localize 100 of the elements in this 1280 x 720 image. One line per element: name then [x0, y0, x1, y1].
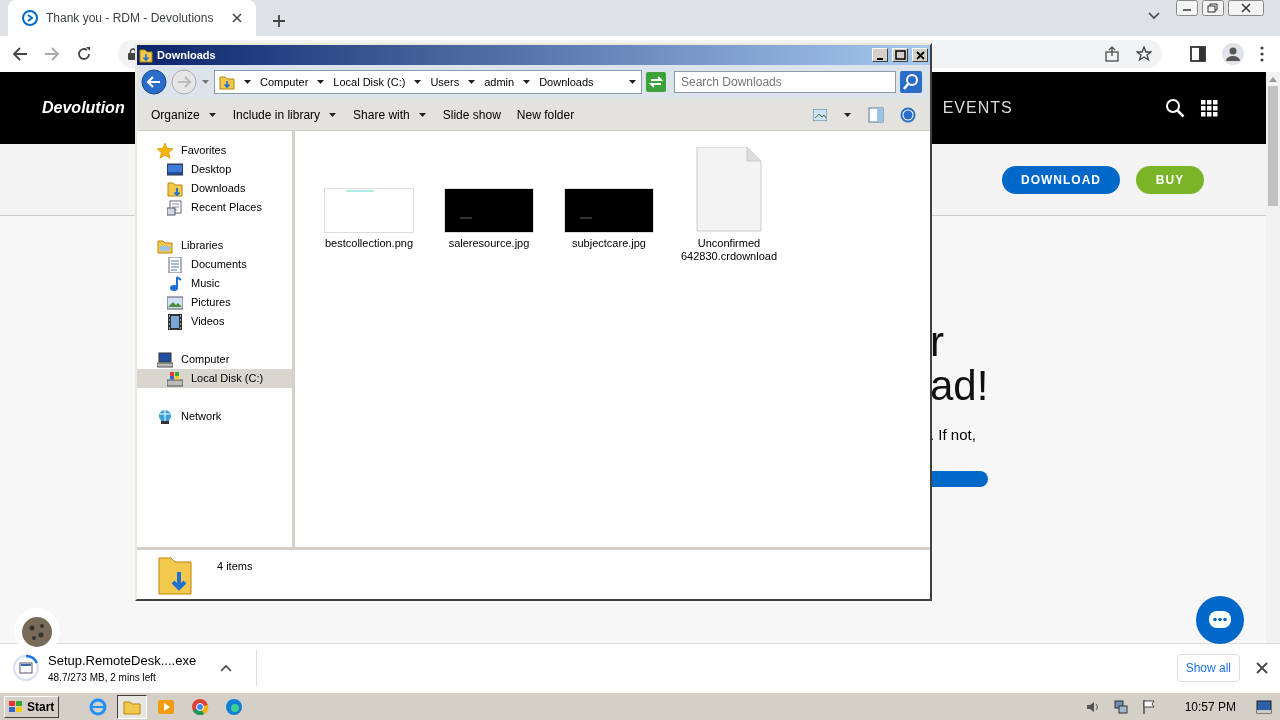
refresh-icon[interactable] [646, 72, 666, 92]
breadcrumb-item[interactable]: Downloads [539, 73, 594, 91]
folder-icon [139, 47, 153, 63]
hero-heading: ad! [930, 364, 990, 408]
breadcrumb-item[interactable]: Users [430, 73, 460, 91]
sidebar-item[interactable]: Documents [137, 255, 292, 274]
toolbar-button[interactable]: Slide show [434, 105, 509, 124]
drive-icon [167, 370, 183, 387]
profile-icon[interactable] [1222, 43, 1244, 65]
reload-icon[interactable] [76, 46, 92, 62]
browser-tab[interactable]: Thank you - RDM - Devolutions [8, 0, 256, 36]
view-options-icon[interactable] [813, 108, 827, 121]
pictures-icon [167, 294, 183, 311]
item-count: 4 items [217, 559, 253, 574]
show-all-button[interactable]: Show all [1176, 654, 1240, 682]
file-name[interactable]: Unconfirmed 642830.crdownload [674, 237, 784, 263]
scroll-thumb[interactable] [1268, 86, 1278, 206]
downloads-icon [167, 180, 183, 197]
chevron-down-icon[interactable] [1148, 12, 1160, 20]
start-button[interactable]: Start [4, 695, 60, 718]
videos-icon [167, 313, 183, 330]
sidebar-item[interactable]: Videos [137, 312, 292, 331]
menu-icon[interactable] [1260, 46, 1264, 62]
side-panel-icon[interactable] [1190, 46, 1206, 62]
network-icon [157, 408, 173, 425]
image-thumbnail[interactable] [444, 188, 534, 233]
breadcrumb-item[interactable]: Computer [260, 73, 309, 91]
caret-icon[interactable] [522, 78, 532, 86]
download-button[interactable]: DOWNLOAD [1002, 165, 1120, 194]
site-icon [22, 10, 38, 26]
breadcrumb-item[interactable]: admin [484, 73, 515, 91]
close-icon[interactable] [1228, 0, 1264, 16]
close-icon[interactable] [1256, 662, 1268, 674]
site-logo[interactable]: Devolution [42, 96, 125, 120]
toolbar-button[interactable]: Organize [143, 105, 225, 124]
star-icon[interactable] [1136, 46, 1152, 62]
back-icon[interactable] [12, 46, 28, 62]
hero-text: . If not, [930, 425, 977, 445]
search-field[interactable]: Search Downloads [674, 71, 896, 93]
close-icon[interactable] [913, 49, 927, 61]
star-icon [157, 142, 173, 159]
sidebar-item[interactable]: Computer [137, 350, 292, 369]
sidebar-item[interactable]: Network [137, 407, 292, 426]
sidebar-item[interactable]: Desktop [137, 160, 292, 179]
flag-icon[interactable] [1140, 698, 1157, 715]
sidebar-item[interactable]: Music [137, 274, 292, 293]
image-thumbnail[interactable] [324, 188, 414, 233]
network-icon[interactable] [1112, 698, 1129, 715]
download-filename[interactable]: Setup.RemoteDesk....exe [48, 650, 197, 671]
desktop-icon [167, 161, 183, 178]
show-desktop-icon[interactable] [1256, 699, 1272, 714]
hero-button[interactable] [930, 470, 988, 487]
download-status: 48.7/273 MB, 2 mins left [48, 671, 157, 686]
clock: 10:57 PM [1184, 698, 1236, 716]
hero-heading: r [930, 320, 945, 364]
share-icon[interactable] [1104, 46, 1120, 62]
caret-icon[interactable] [316, 78, 326, 86]
caret-icon[interactable] [628, 78, 637, 86]
file-name[interactable]: saleresource.jpg [434, 237, 544, 250]
scrollbar[interactable] [1266, 72, 1280, 643]
close-icon[interactable] [232, 13, 242, 23]
back-icon[interactable] [141, 69, 167, 95]
file-name[interactable]: subjectcare.jpg [554, 237, 664, 250]
caret-icon [328, 110, 338, 119]
nav-link[interactable]: EVENTS [942, 96, 1013, 120]
documents-icon [167, 256, 183, 273]
restore-icon[interactable] [1202, 0, 1224, 16]
caret-icon[interactable] [243, 78, 252, 86]
chrome-icon[interactable] [191, 697, 210, 716]
caret-icon [417, 110, 427, 119]
toolbar-button[interactable]: Include in library [224, 105, 346, 124]
folder-icon [219, 74, 235, 90]
file-name[interactable]: bestcollection.png [314, 237, 424, 250]
window-title: Downloads [157, 47, 217, 63]
download-progress-icon[interactable] [12, 654, 40, 682]
edge-icon[interactable] [225, 697, 244, 716]
sidebar-item[interactable]: Favorites [137, 141, 292, 160]
caret-icon[interactable] [467, 78, 477, 86]
search-icon[interactable] [1165, 98, 1185, 118]
maximize-icon[interactable] [893, 49, 907, 61]
toolbar-button[interactable]: Share with [345, 105, 435, 124]
caret-icon[interactable] [413, 78, 423, 86]
sidebar-item[interactable]: Local Disk (C:) [137, 369, 292, 388]
computer-icon [157, 351, 173, 368]
chevron-up-icon[interactable] [220, 664, 233, 672]
sidebar-item[interactable]: Libraries [137, 236, 292, 255]
caret-icon[interactable] [843, 110, 852, 119]
apps-grid-icon[interactable] [1201, 99, 1218, 117]
new-tab-icon[interactable] [272, 14, 286, 28]
address-bar[interactable]: Computer Local Disk (C:) Users admin Downloads [214, 70, 642, 94]
windows-logo-icon [9, 700, 23, 713]
chat-button[interactable] [1196, 596, 1244, 644]
sidebar-item[interactable]: Pictures [137, 293, 292, 312]
breadcrumb-item[interactable]: Local Disk (C:) [333, 73, 406, 91]
sidebar-item[interactable]: Downloads [137, 179, 292, 198]
music-icon [167, 275, 183, 292]
image-thumbnail[interactable] [564, 188, 654, 233]
caret-icon [207, 110, 217, 119]
sidebar-item[interactable]: Recent Places [137, 198, 292, 217]
toolbar-button[interactable]: New folder [508, 105, 583, 124]
